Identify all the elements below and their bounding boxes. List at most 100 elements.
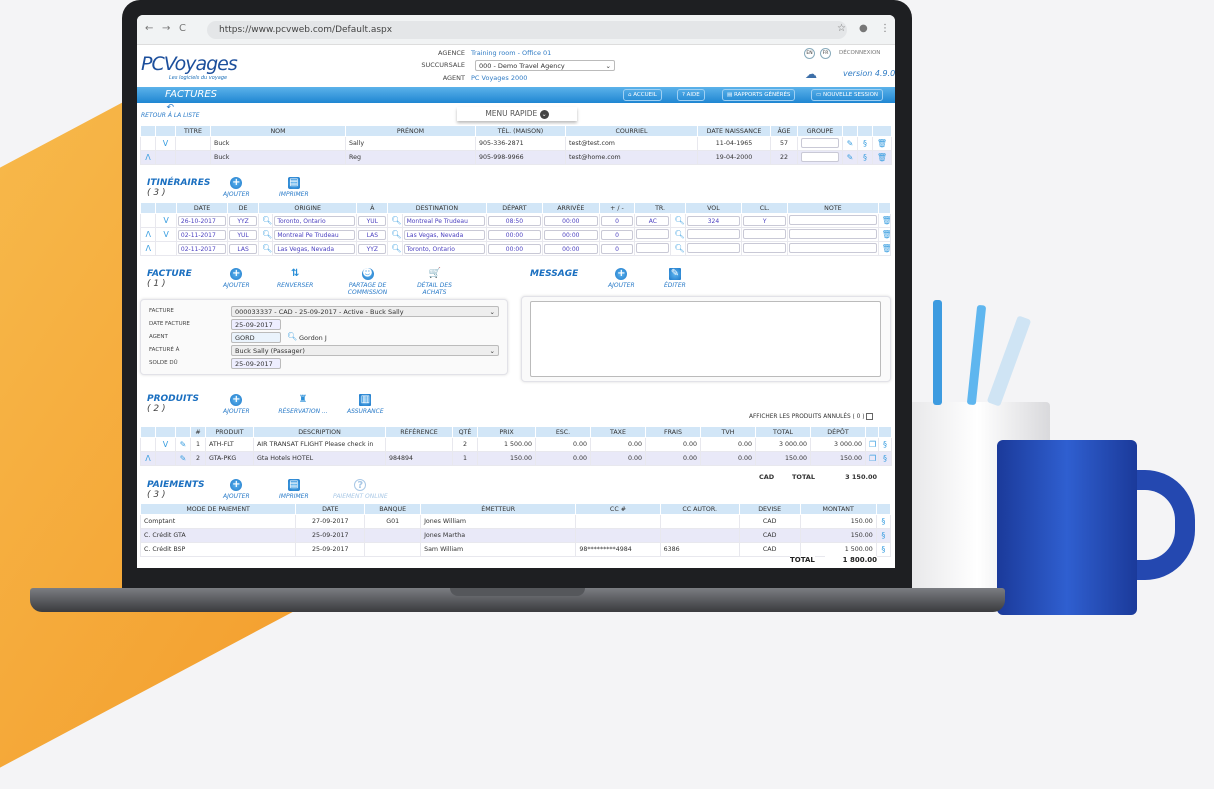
reservation-button[interactable]: ♜ RÉSERVATION ...: [277, 394, 329, 415]
itinerary-input[interactable]: LAS: [229, 243, 257, 254]
back-icon[interactable]: ←: [145, 23, 153, 34]
itinerary-input[interactable]: [636, 228, 670, 239]
itinerary-input[interactable]: [743, 228, 787, 239]
itinerary-input[interactable]: [789, 242, 877, 253]
collapse-arrow[interactable]: [140, 136, 156, 151]
link-icon[interactable]: §: [878, 437, 892, 452]
itinerary-input[interactable]: [636, 242, 670, 253]
accueil-button[interactable]: ⌂ ACCUEIL: [623, 89, 662, 101]
itinerary-input[interactable]: [686, 228, 741, 239]
aide-button[interactable]: ? AIDE: [677, 89, 705, 101]
menu-rapide-button[interactable]: MENU RAPIDE ⌄: [457, 107, 577, 121]
expand-arrow[interactable]: V: [155, 213, 177, 228]
edit-icon[interactable]: ✎: [175, 437, 191, 452]
expand-arrow[interactable]: V: [155, 136, 176, 151]
search-icon[interactable]: 🔍︎: [257, 227, 274, 242]
message-textarea[interactable]: [530, 301, 881, 377]
collapse-arrow[interactable]: Λ: [139, 227, 157, 242]
purchase-details-button[interactable]: 🛒 DÉTAIL DES ACHATS: [412, 268, 457, 296]
link-icon[interactable]: §: [875, 514, 892, 529]
add-message-button[interactable]: + AJOUTER: [608, 268, 635, 289]
add-itinerary-button[interactable]: + AJOUTER: [223, 177, 250, 198]
edit-icon[interactable]: ✎: [175, 451, 191, 466]
agent-code-input[interactable]: GORD: [231, 332, 281, 343]
collapse-arrow[interactable]: Λ: [140, 451, 156, 466]
table-row[interactable]: Comptant 27-09-2017 G01 Jones William CAD 150…: [139, 514, 892, 529]
star-icon[interactable]: ☆: [837, 23, 846, 34]
add-product-button[interactable]: + AJOUTER: [223, 394, 250, 415]
address-bar[interactable]: https://www.pcvweb.com/Default.aspx: [207, 21, 847, 39]
itinerary-input[interactable]: 08:50: [487, 215, 542, 226]
table-row[interactable]: Λ 02-11-2017 LAS 🔍︎ Las Vegas, Nevada YYZ 🔍︎ To…: [139, 241, 892, 256]
back-to-list-link[interactable]: ↶ RETOUR À LA LISTE: [141, 104, 200, 120]
date-facture-input[interactable]: 25-09-2017: [231, 319, 281, 330]
itinerary-input[interactable]: Y: [743, 215, 787, 226]
add-payment-button[interactable]: + AJOUTER: [223, 479, 250, 500]
print-payment-button[interactable]: ▤ IMPRIMER: [279, 479, 309, 500]
expand-arrow[interactable]: V: [155, 227, 177, 242]
itinerary-input[interactable]: [686, 242, 741, 253]
table-row[interactable]: Λ Buck Reg 905-998-9966 test@home.com 19-04-2…: [140, 150, 892, 165]
itinerary-input[interactable]: [743, 242, 787, 253]
search-icon[interactable]: 🔍︎: [670, 213, 686, 228]
expand-arrow[interactable]: [155, 241, 177, 256]
itinerary-input[interactable]: 0: [600, 229, 634, 240]
table-row[interactable]: V 26-10-2017 YYZ 🔍︎ Toronto, Ontario YUL 🔍︎ Mon…: [139, 213, 892, 228]
commission-button[interactable]: ☻ PARTAGE DE COMMISSION: [340, 268, 395, 296]
lang-en-button[interactable]: EN: [804, 48, 815, 59]
profile-icon[interactable]: ●: [859, 23, 868, 34]
itinerary-input[interactable]: YYZ: [358, 243, 387, 254]
reload-icon[interactable]: C: [179, 23, 186, 34]
itinerary-input[interactable]: Las Vegas, Nevada: [274, 243, 356, 254]
edit-icon[interactable]: ✎: [842, 136, 858, 151]
itinerary-input[interactable]: [789, 214, 877, 225]
facture-select[interactable]: 000033337 - CAD - 25-09-2017 - Active - …: [231, 306, 499, 317]
itinerary-input[interactable]: 324: [686, 215, 741, 226]
solde-input[interactable]: 25-09-2017: [231, 358, 281, 369]
rapports-button[interactable]: ▤ RAPPORTS GÉNÉRÉS: [722, 89, 796, 101]
itinerary-input[interactable]: 00:00: [544, 229, 598, 240]
search-icon[interactable]: 🔍︎: [670, 241, 686, 256]
groupe-input[interactable]: [801, 151, 839, 162]
expand-arrow[interactable]: [155, 451, 176, 466]
itinerary-input[interactable]: Montreal Pe Trudeau: [274, 229, 356, 240]
itinerary-input[interactable]: AC: [636, 215, 670, 226]
print-itinerary-button[interactable]: ▤ IMPRIMER: [279, 177, 309, 198]
search-icon[interactable]: 🔍︎: [287, 332, 297, 341]
collapse-arrow[interactable]: [139, 213, 157, 228]
copy-icon[interactable]: ❐: [865, 451, 879, 466]
itinerary-input[interactable]: 26-10-2017: [177, 215, 227, 226]
search-icon[interactable]: 🔍︎: [387, 227, 403, 242]
itinerary-input[interactable]: LAS: [358, 229, 387, 240]
copy-icon[interactable]: ❐: [865, 437, 879, 452]
collapse-arrow[interactable]: Λ: [140, 150, 156, 165]
menu-icon[interactable]: ⋮: [880, 23, 890, 34]
itinerary-input[interactable]: 00:00: [487, 243, 542, 254]
collapse-arrow[interactable]: Λ: [139, 241, 157, 256]
itinerary-input[interactable]: YYZ: [229, 215, 257, 226]
itinerary-input[interactable]: Toronto, Ontario: [403, 243, 485, 254]
lang-fr-button[interactable]: FR: [820, 48, 831, 59]
itinerary-input[interactable]: Montreal Pe Trudeau: [403, 215, 485, 226]
search-icon[interactable]: 🔍︎: [257, 213, 274, 228]
itinerary-input[interactable]: 00:00: [487, 229, 542, 240]
itinerary-input[interactable]: Las Vegas, Nevada: [403, 229, 485, 240]
search-icon[interactable]: 🔍︎: [387, 213, 403, 228]
search-icon[interactable]: 🔍︎: [670, 227, 686, 242]
table-row[interactable]: V ✎ 1 ATH-FLT AIR TRANSAT FLIGHT Please chec…: [140, 437, 892, 452]
itinerary-input[interactable]: Toronto, Ontario: [274, 215, 356, 226]
table-row[interactable]: C. Crédit GTA 25-09-2017 Jones Martha CAD 15…: [139, 528, 892, 543]
link-icon[interactable]: §: [875, 528, 892, 543]
itinerary-input[interactable]: 00:00: [544, 243, 598, 254]
link-icon[interactable]: §: [857, 150, 873, 165]
table-row[interactable]: C. Crédit BSP 25-09-2017 Sam William 98****…: [139, 542, 892, 557]
itinerary-input[interactable]: 00:00: [544, 215, 598, 226]
trash-icon[interactable]: 🗑︎: [872, 150, 892, 165]
search-icon[interactable]: 🔍︎: [257, 241, 274, 256]
table-row[interactable]: Λ V 02-11-2017 YUL 🔍︎ Montreal Pe Trudeau LAS 🔍…: [139, 227, 892, 242]
search-icon[interactable]: 🔍︎: [387, 241, 403, 256]
edit-icon[interactable]: ✎: [842, 150, 858, 165]
facture-a-select[interactable]: Buck Sally (Passager) ⌄: [231, 345, 499, 356]
trash-icon[interactable]: 🗑︎: [877, 227, 892, 242]
expand-arrow[interactable]: [155, 150, 176, 165]
